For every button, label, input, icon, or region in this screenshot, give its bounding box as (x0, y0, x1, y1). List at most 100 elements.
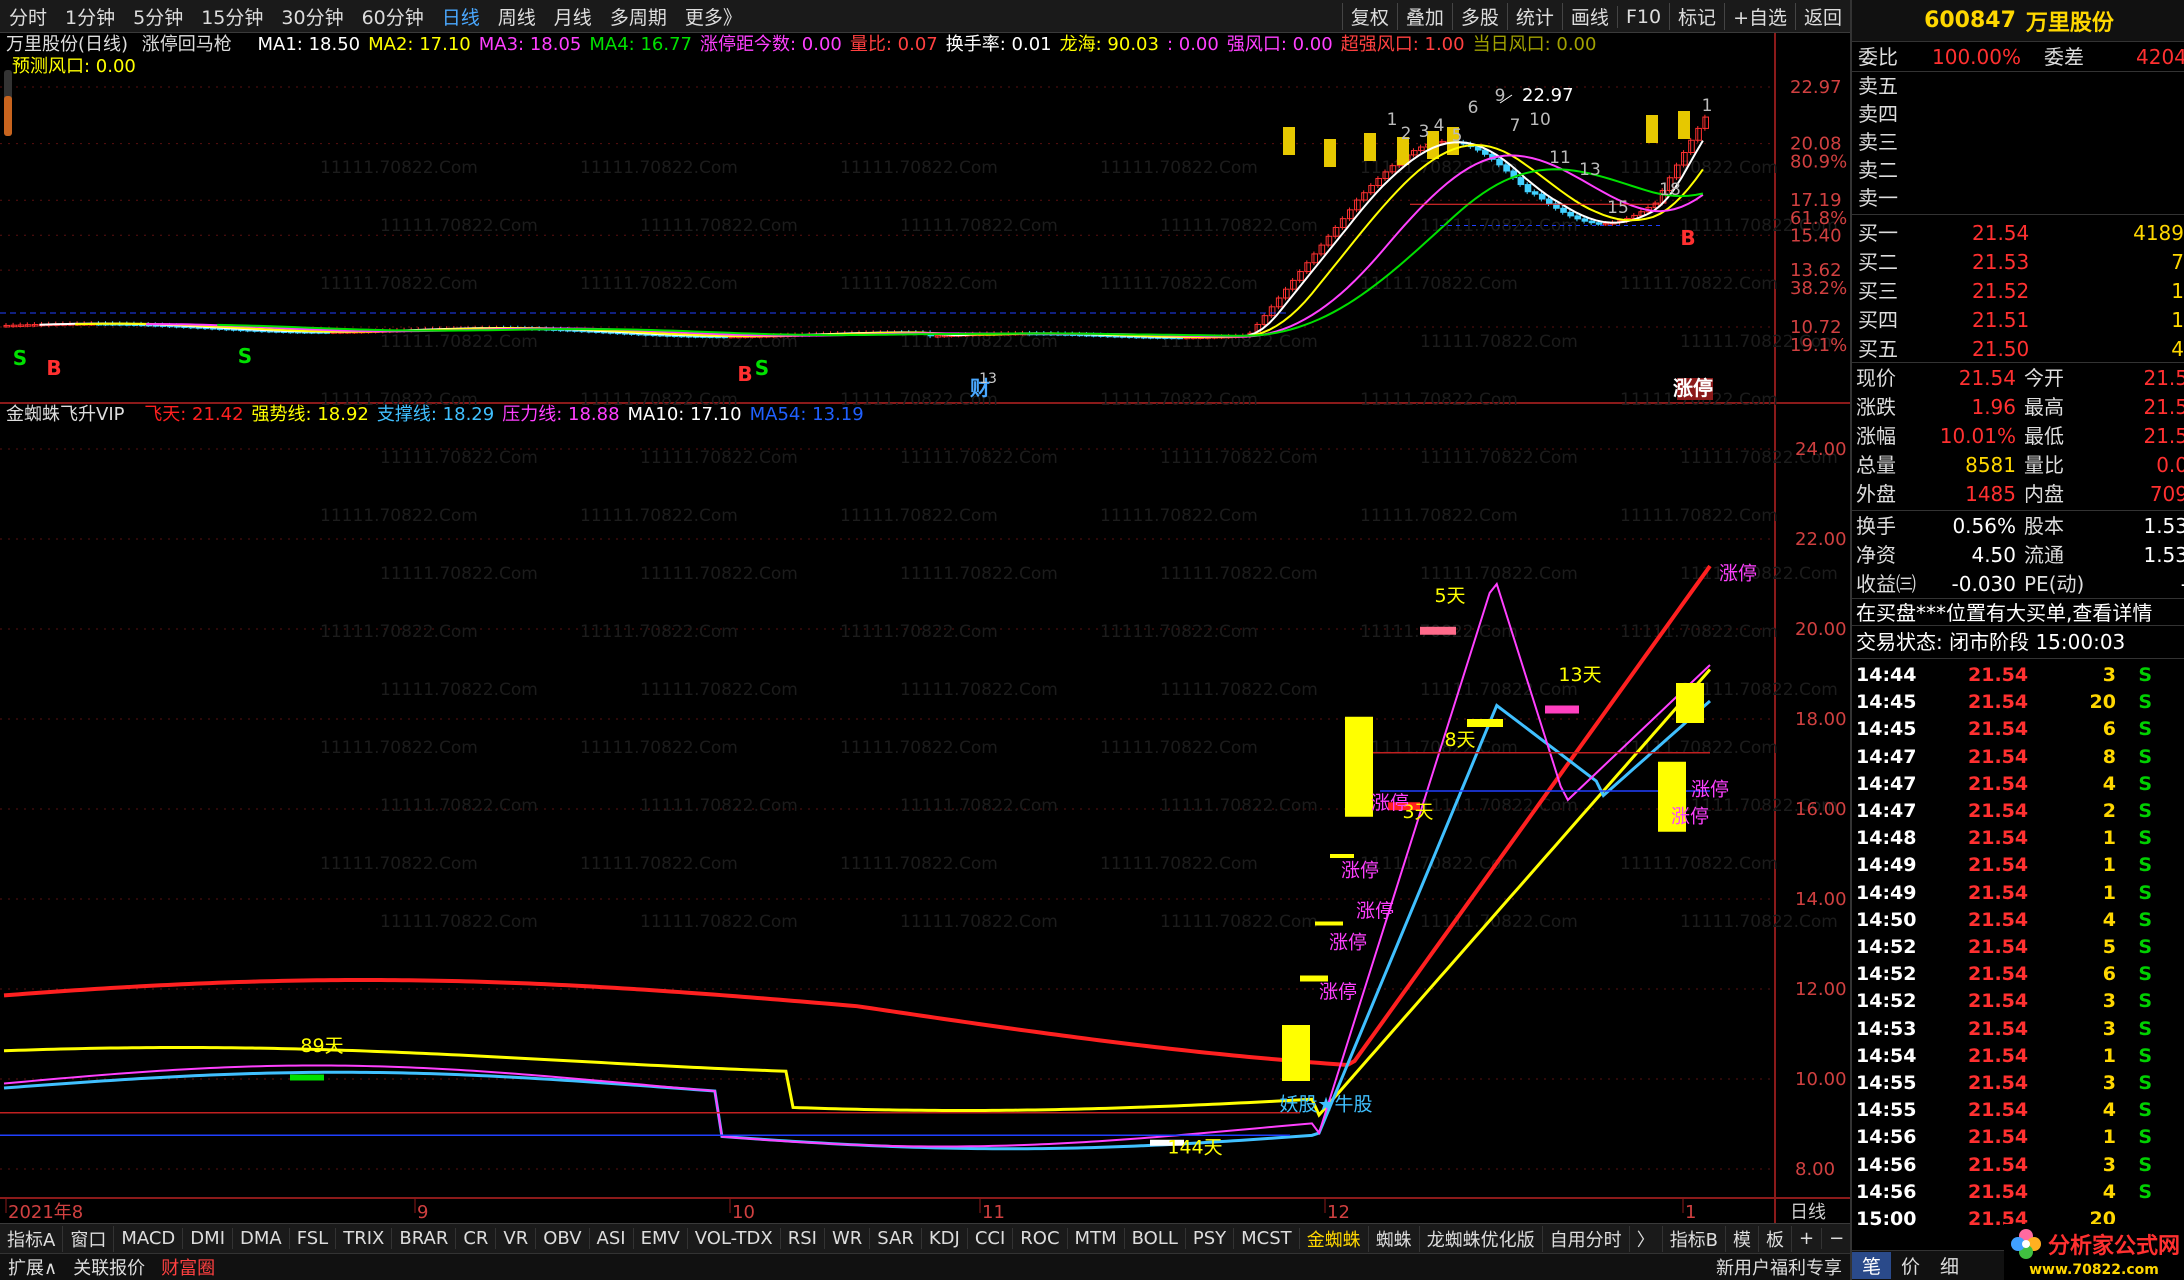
indicator-tab-33[interactable]: − (1822, 1228, 1850, 1249)
period-tab-7[interactable]: 周线 (489, 3, 545, 30)
indicator-tab-18[interactable]: CCI (968, 1228, 1014, 1249)
tool-button-8[interactable]: 返回 (1794, 3, 1850, 30)
indicator-tab-8[interactable]: CR (456, 1228, 497, 1249)
indicator-tab-5[interactable]: FSL (290, 1228, 337, 1249)
main-legend-item: 量比: 0.07 (849, 34, 938, 55)
tick-row: 14:55 21.54 4 S (1856, 1099, 2152, 1122)
indicator-tab-20[interactable]: MTM (1068, 1228, 1125, 1249)
main-pct-label: 38.2% (1790, 278, 1847, 299)
indicator-tab-3[interactable]: DMI (183, 1228, 233, 1249)
period-tab-0[interactable]: 分时 (0, 3, 56, 30)
period-tab-2[interactable]: 5分钟 (124, 3, 192, 30)
period-tab-10[interactable]: 更多》 (676, 3, 751, 30)
x-axis-label: 11 (982, 1202, 1005, 1223)
watermark-text: 11111.70822.Com (640, 796, 798, 816)
watermark-text: 11111.70822.Com (1620, 622, 1778, 642)
tool-button-2[interactable]: 多股 (1451, 3, 1507, 30)
watermark-text: 11111.70822.Com (580, 738, 738, 758)
ask-label: 卖一 (1858, 186, 1898, 210)
tool-button-0[interactable]: 复权 (1341, 3, 1397, 30)
indicator-tab-19[interactable]: ROC (1013, 1228, 1068, 1249)
main-scroll-handle[interactable] (4, 70, 12, 136)
ask-row[interactable]: 卖四 (1852, 100, 2184, 128)
period-tab-3[interactable]: 15分钟 (192, 3, 272, 30)
indicator-tab-0[interactable]: 指标A (0, 1225, 64, 1252)
indicator-tab-32[interactable]: + (1792, 1228, 1823, 1249)
period-tab-9[interactable]: 多周期 (601, 3, 676, 30)
tab-price[interactable]: 价 (1891, 1252, 1930, 1279)
ask-row[interactable]: 卖一 (1852, 184, 2184, 212)
watermark-text: 11111.70822.Com (580, 274, 738, 294)
watermark-text: 11111.70822.Com (380, 796, 538, 816)
indicator-tab-11[interactable]: ASI (590, 1228, 634, 1249)
bid-row[interactable]: 买二 21.53 7 (1852, 248, 2184, 276)
tool-button-1[interactable]: 叠加 (1396, 3, 1452, 30)
indicator-tab-12[interactable]: EMV (634, 1228, 688, 1249)
period-tab-8[interactable]: 月线 (545, 3, 601, 30)
period-tab-1[interactable]: 1分钟 (56, 3, 124, 30)
bid-label: 买一 (1858, 221, 1898, 245)
indicator-tab-15[interactable]: WR (825, 1228, 871, 1249)
tool-button-6[interactable]: 标记 (1669, 3, 1724, 30)
related-quote-button[interactable]: 关联报价 (65, 1254, 153, 1280)
tab-detail[interactable]: 细 (1930, 1252, 1969, 1279)
indicator-tab-29[interactable]: 指标B (1663, 1225, 1727, 1252)
indicator-tab-22[interactable]: PSY (1186, 1228, 1235, 1249)
tab-ticks[interactable]: 笔 (1852, 1252, 1892, 1279)
tool-button-5[interactable]: F10 (1616, 5, 1669, 28)
bid-row[interactable]: 买一 21.54 4189 (1852, 219, 2184, 247)
period-tab-4[interactable]: 30分钟 (272, 3, 352, 30)
watermark-text: 11111.70822.Com (320, 506, 478, 526)
tool-button-7[interactable]: +自选 (1724, 3, 1795, 30)
new-user-promo[interactable]: 新用户福利专享 (1708, 1254, 1850, 1280)
big-order-notice[interactable]: 在买盘***位置有大买单,查看详情 (1852, 598, 2184, 626)
indicator-tab-27[interactable]: 自用分时 (1543, 1225, 1630, 1252)
ask-row[interactable]: 卖五 (1852, 72, 2184, 100)
indicator-tab-25[interactable]: 蜘蛛 (1369, 1225, 1420, 1252)
ask-row[interactable]: 卖三 (1852, 128, 2184, 156)
sub-signal-block (1467, 719, 1503, 727)
ask-row[interactable]: 卖二 (1852, 156, 2184, 184)
indicator-tab-24[interactable]: 金蜘蛛 (1300, 1225, 1369, 1252)
indicator-tab-30[interactable]: 模 (1726, 1225, 1760, 1252)
indicator-tab-17[interactable]: KDJ (922, 1228, 968, 1249)
x-axis-label: 9 (417, 1202, 428, 1223)
period-tab-6[interactable]: 日线 (433, 3, 489, 30)
bid-row[interactable]: 买四 21.51 1 (1852, 306, 2184, 334)
indicator-tab-23[interactable]: MCST (1234, 1228, 1300, 1249)
indicator-tab-6[interactable]: TRIX (336, 1228, 393, 1249)
indicator-tab-14[interactable]: RSI (781, 1228, 825, 1249)
indicator-tab-13[interactable]: VOL-TDX (688, 1228, 781, 1249)
main-legend-item: : 0.00 (1166, 34, 1219, 55)
tool-button-4[interactable]: 画线 (1561, 3, 1617, 30)
bid-row[interactable]: 买五 21.50 4 (1852, 335, 2184, 363)
indicator-tab-4[interactable]: DMA (233, 1228, 290, 1249)
indicator-tab-7[interactable]: BRAR (392, 1228, 457, 1249)
indicator-tab-28[interactable]: 〉 (1630, 1225, 1663, 1252)
indicator-tab-26[interactable]: 龙蜘蛛优化版 (1420, 1225, 1543, 1252)
main-indicator-name[interactable]: 涨停回马枪 (142, 34, 232, 55)
wealth-circle-button[interactable]: 财富圈 (153, 1254, 223, 1280)
watermark-text: 11111.70822.Com (1620, 738, 1778, 758)
indicator-tab-21[interactable]: BOLL (1125, 1228, 1186, 1249)
indicator-tab-9[interactable]: VR (496, 1228, 537, 1249)
watermark-text: 11111.70822.Com (1360, 274, 1518, 294)
indicator-tab-2[interactable]: MACD (114, 1228, 184, 1249)
indicator-tab-1[interactable]: 窗口 (63, 1225, 115, 1252)
candle-body (1517, 177, 1525, 186)
expand-button[interactable]: 扩展∧ (0, 1254, 65, 1280)
signal-marker: B (46, 356, 61, 380)
sub-indicator-name[interactable]: 金蜘蛛飞升VIP (6, 404, 124, 425)
indicator-tab-31[interactable]: 板 (1759, 1225, 1793, 1252)
bid-row[interactable]: 买三 21.52 1 (1852, 277, 2184, 305)
indicator-tab-16[interactable]: SAR (870, 1228, 922, 1249)
tool-button-3[interactable]: 统计 (1506, 3, 1562, 30)
indicator-tab-10[interactable]: OBV (536, 1228, 590, 1249)
watermark-text: 11111.70822.Com (380, 216, 538, 236)
sub-legend-item: 压力线: 18.88 (502, 404, 620, 425)
watermark-text: 11111.70822.Com (580, 506, 738, 526)
sub-y-tick: 16.00 (1795, 799, 1847, 820)
kline-chart[interactable]: 11111.70822.Com 11111.70822.Com 11111.7082… (0, 33, 1850, 1223)
main-pct-label: 80.9% (1790, 152, 1847, 173)
period-tab-5[interactable]: 60分钟 (353, 3, 433, 30)
